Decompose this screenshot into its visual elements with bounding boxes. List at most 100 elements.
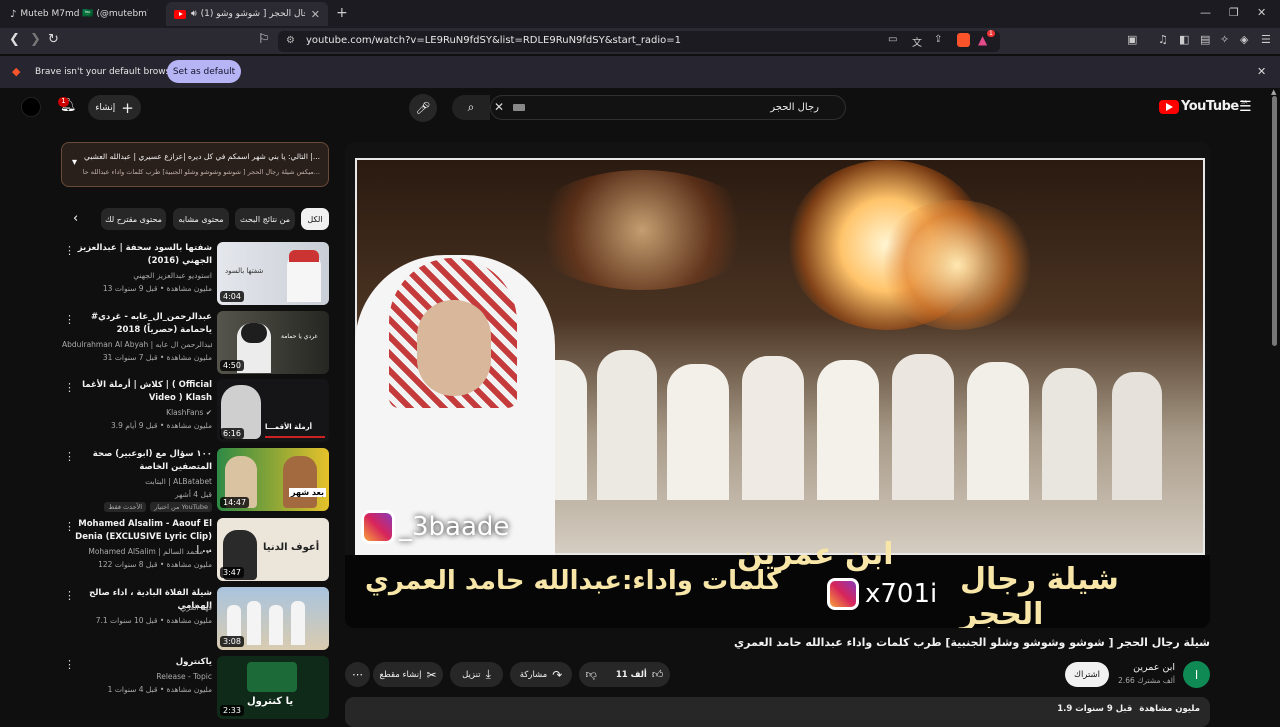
verified-icon: ✔ bbox=[205, 547, 212, 556]
chip-all[interactable]: الكل bbox=[301, 208, 329, 230]
search-button-icon[interactable]: ⌕ bbox=[452, 95, 490, 120]
list-item[interactable]: ⋮ #عبدالرحمن_ال_عابه - غردي ياحمامة (حصر… bbox=[60, 311, 330, 375]
page-scrollbar[interactable] bbox=[1272, 96, 1277, 346]
video-title[interactable]: شفتها بالسود سحفة | عبدالعزيز الجهني (20… bbox=[72, 242, 212, 268]
set-default-button[interactable]: Set as default bbox=[167, 60, 241, 83]
share-arrow-icon: ↷ bbox=[552, 667, 563, 682]
description-box[interactable]: 1.9 مليون مشاهدة قبل 9 سنوات bbox=[345, 697, 1210, 727]
gunfire-flash bbox=[877, 200, 1037, 330]
scroll-up-icon[interactable]: ▲ bbox=[1271, 88, 1276, 96]
sidebar-toggle-icon[interactable]: ▣ bbox=[1127, 33, 1137, 46]
hair-shape bbox=[241, 323, 267, 343]
channel-name[interactable]: Abdulrahman Al Abyah | عبدالرحمن ال عابه bbox=[62, 340, 212, 349]
flag-shape bbox=[247, 662, 297, 692]
translate-icon[interactable]: 文 bbox=[912, 34, 922, 49]
leo-icon[interactable]: ✧ bbox=[1220, 33, 1229, 46]
channel-name[interactable]: Mohamed AlSalim | محمد السالم ✔ bbox=[62, 547, 212, 556]
cast-icon[interactable]: ▭ bbox=[888, 34, 897, 45]
reading-list-icon[interactable]: ◧ bbox=[1179, 33, 1189, 46]
channel-name[interactable]: KlashFans ✔ bbox=[62, 408, 212, 417]
clip-button[interactable]: إنشاء مقطع ✂ bbox=[373, 662, 443, 687]
video-frame bbox=[355, 158, 1205, 558]
close-tab-icon[interactable]: ✕ bbox=[311, 8, 320, 21]
thumbnail[interactable]: يا كنترول 2:33 bbox=[217, 656, 329, 719]
dislike-button-icon[interactable]: 👎︎ bbox=[586, 668, 597, 681]
guide-menu-icon[interactable]: ☰ bbox=[1239, 99, 1252, 115]
maximize-icon[interactable]: ❐ bbox=[1229, 6, 1239, 19]
subscribe-button[interactable]: اشتراك bbox=[1065, 662, 1109, 687]
wallet-icon[interactable]: ▤ bbox=[1200, 33, 1210, 46]
red-stripe bbox=[265, 436, 325, 438]
mix-playlist-panel[interactable]: التالي: يا بني شهر اسمكم في كل ديره |عزا… bbox=[61, 142, 329, 187]
thumbnail[interactable]: أعوف الدنيا 3:47 bbox=[217, 518, 329, 581]
back-icon[interactable]: ❮ bbox=[9, 32, 20, 47]
close-banner-icon[interactable]: ✕ bbox=[1257, 65, 1266, 78]
channel-name[interactable]: استوديو عبدالعزيز الجهني bbox=[62, 271, 212, 280]
site-info-icon[interactable]: ⚙ bbox=[286, 35, 295, 46]
bookmark-icon[interactable]: ⚐ bbox=[258, 32, 270, 47]
thumbnail[interactable]: شفتها بالسود 4:04 bbox=[217, 242, 329, 305]
thumbnail[interactable]: 3:08 bbox=[217, 587, 329, 650]
subscriber-count: 2.66 ألف مشترك bbox=[1118, 676, 1175, 685]
voice-search-icon[interactable]: 🎤︎ bbox=[409, 94, 437, 122]
thumbnail[interactable]: بعد شهر 14:47 bbox=[217, 448, 329, 511]
duration-badge: 3:08 bbox=[220, 636, 244, 647]
video-title[interactable]: ياكنترول bbox=[72, 656, 212, 669]
youtube-logo[interactable]: YouTube SA bbox=[1159, 99, 1247, 114]
channel-name[interactable]: البتابت | ALBatabet bbox=[62, 477, 212, 486]
like-button-icon[interactable]: 👍︎ bbox=[652, 668, 664, 681]
channel-avatar[interactable]: ا bbox=[1183, 661, 1210, 688]
chip-from-search[interactable]: من نتائج البحث bbox=[235, 208, 295, 230]
create-button[interactable]: إنشاء + bbox=[88, 95, 141, 120]
list-item[interactable]: ⋮ ١٠٠ سؤال مع (ابوعبير) صحة المتصفين الخ… bbox=[60, 448, 330, 512]
speaker-icon[interactable]: 🔊︎ bbox=[191, 9, 197, 19]
video-stats: 31 مليون مشاهدة • قبل 7 سنوات bbox=[102, 353, 212, 362]
menu-icon[interactable]: ☰ bbox=[1261, 33, 1271, 46]
video-title[interactable]: ١٠٠ سؤال مع (ابوعبير) صحة المتصفين الخاص… bbox=[72, 448, 212, 474]
thumbnail[interactable]: أرملة الأقمـــا 6:16 bbox=[217, 379, 329, 442]
close-window-icon[interactable]: ✕ bbox=[1257, 6, 1266, 19]
video-title-heading: شيلة رجال الحجر [ شوشو وشوشو وشلو الجنبي… bbox=[734, 636, 1210, 649]
duration-badge: 6:16 bbox=[220, 428, 244, 439]
handle-text: x701i bbox=[865, 579, 938, 609]
keyboard-icon[interactable] bbox=[513, 104, 525, 111]
video-player[interactable]: _3baade كلمات واداء:عبدالله حامد العمري … bbox=[345, 142, 1210, 628]
download-button[interactable]: تنزيل ⤓ bbox=[450, 662, 503, 687]
share-icon[interactable]: ⇪ bbox=[934, 34, 942, 45]
video-title[interactable]: #عبدالرحمن_ال_عابه - غردي ياحمامة (حصريا… bbox=[72, 311, 212, 337]
chip-recommended[interactable]: محتوى مقترح لك bbox=[101, 208, 166, 230]
list-item[interactable]: ⋮ شفتها بالسود سحفة | عبدالعزيز الجهني (… bbox=[60, 242, 330, 306]
chip-related[interactable]: محتوى مشابه bbox=[173, 208, 229, 230]
person-figure bbox=[269, 605, 283, 645]
list-item[interactable]: ⋮ كلاش | أرملة الأغما | ( Official Video… bbox=[60, 379, 330, 443]
thumbnail[interactable]: غردي يا حمامة 4:50 bbox=[217, 311, 329, 374]
forward-icon[interactable]: ❯ bbox=[30, 32, 41, 47]
search-input[interactable]: رجال الحجر ✕ bbox=[490, 95, 846, 120]
avatar[interactable] bbox=[21, 97, 41, 117]
vpn-icon[interactable]: ◈ bbox=[1240, 33, 1248, 46]
clear-search-icon[interactable]: ✕ bbox=[494, 100, 504, 114]
list-item[interactable]: ⋮ Mohamed Alsalim - Aaouf El Denia (EXCL… bbox=[60, 518, 330, 582]
thumb-caption: غردي يا حمامة bbox=[281, 333, 318, 340]
brave-shields-icon[interactable] bbox=[957, 33, 970, 47]
video-title[interactable]: كلاش | أرملة الأغما | ( Official Video )… bbox=[72, 379, 212, 405]
tab-tiktok[interactable]: ♪ Muteb M7md 🇸🇦 (@mutebm7md) bbox=[2, 2, 162, 26]
channel-name[interactable]: ابن عمرين bbox=[1100, 662, 1175, 673]
channel-name[interactable]: فهد العزي bbox=[62, 603, 212, 612]
reload-icon[interactable]: ↻ bbox=[48, 32, 59, 47]
more-actions-icon[interactable]: ⋯ bbox=[345, 662, 370, 687]
media-icon[interactable]: ♫ bbox=[1158, 33, 1168, 46]
upload-age: قبل 9 سنوات bbox=[1075, 704, 1133, 714]
address-bar[interactable]: ⚙ youtube.com/watch?v=LE9RuN9fdSY&list=R… bbox=[278, 30, 1000, 52]
list-item[interactable]: ⋮ ياكنترول Release - Topic 1 مليون مشاهد… bbox=[60, 656, 330, 720]
channel-name[interactable]: Release - Topic bbox=[62, 672, 212, 681]
chips-scroll-left-icon[interactable]: ‹ bbox=[73, 211, 78, 226]
tab-youtube[interactable]: 🔊︎ (1) شيلة رجال الحجر [ شوشو وشو ✕ bbox=[166, 2, 328, 26]
view-stats: 1.9 مليون مشاهدة قبل 9 سنوات bbox=[1057, 704, 1200, 714]
minimize-icon[interactable]: — bbox=[1200, 6, 1211, 19]
url-text: youtube.com/watch?v=LE9RuN9fdSY&list=RDL… bbox=[306, 35, 682, 46]
share-button[interactable]: مشاركة ↷ bbox=[510, 662, 572, 687]
list-item[interactable]: ⋮ شيلة الفلاة البادية ، اداء صالح الهمام… bbox=[60, 587, 330, 651]
new-tab-icon[interactable]: + bbox=[336, 5, 348, 21]
expand-chevron-icon[interactable]: ▾ bbox=[72, 157, 77, 168]
